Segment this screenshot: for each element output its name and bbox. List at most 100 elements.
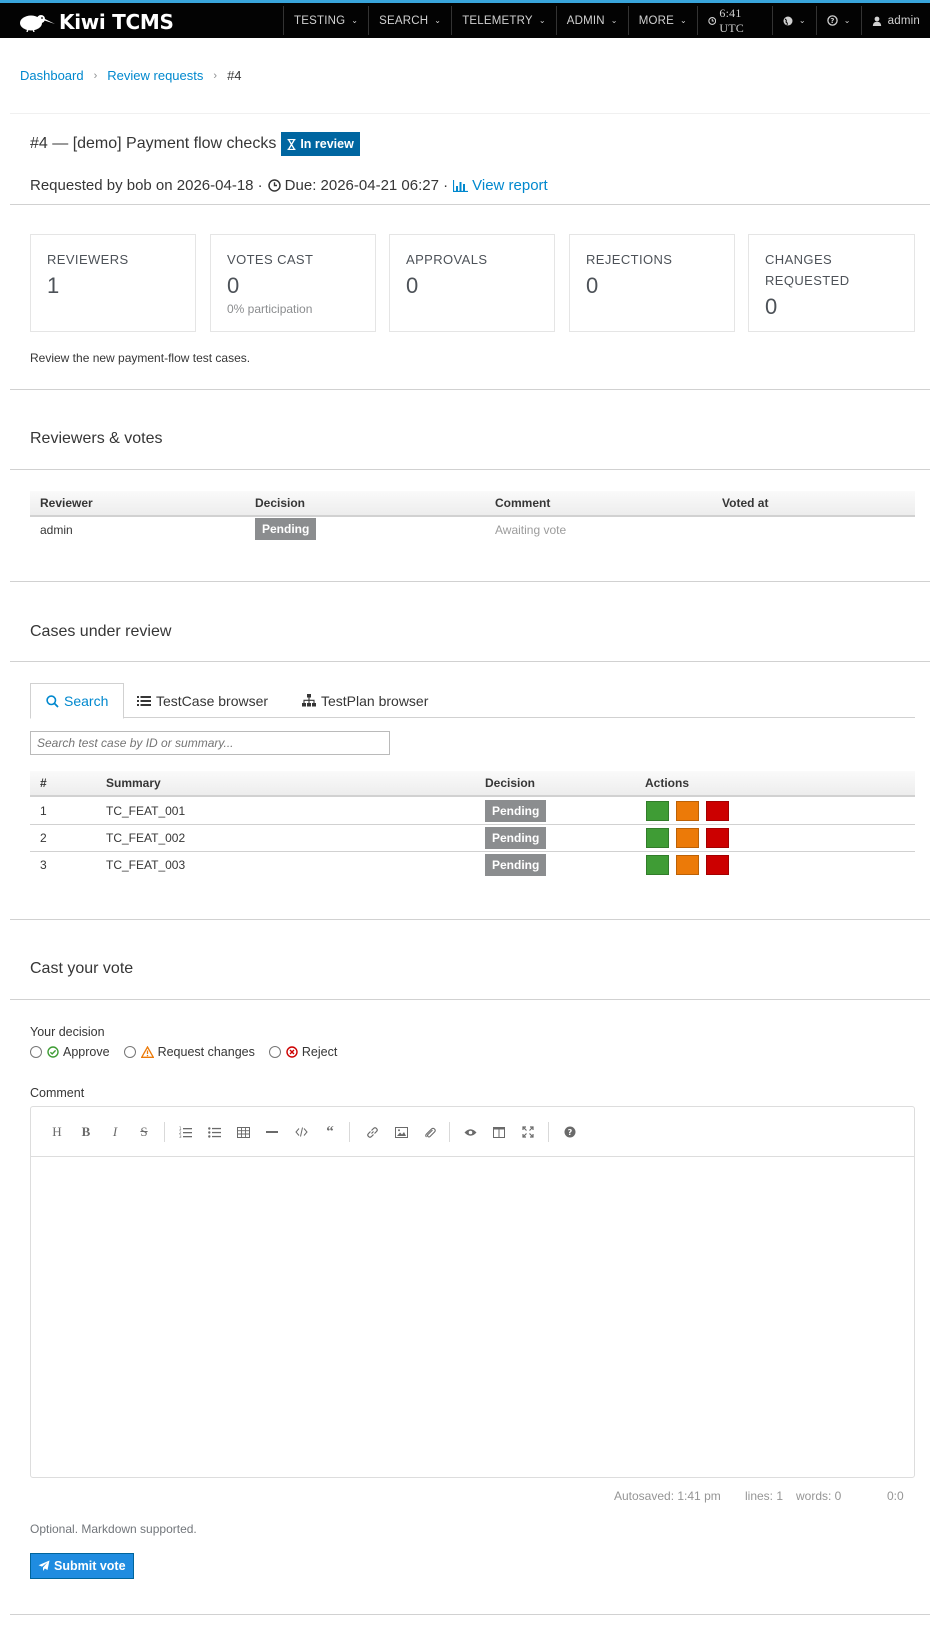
reject-option[interactable]: Reject (268, 1045, 338, 1059)
approve-case-button[interactable] (646, 828, 669, 848)
unordered-list-icon[interactable] (203, 1122, 225, 1142)
heading-icon[interactable]: H (46, 1122, 68, 1142)
top-navbar: Kiwi TCMS TESTING ⌄ SEARCH ⌄ TELEMETRY ⌄ AD… (0, 0, 930, 38)
request-changes-case-button[interactable] (676, 828, 699, 848)
nav-testing-label: TESTING (294, 14, 346, 27)
case-summary[interactable]: TC_FEAT_001 (106, 804, 185, 818)
clock-icon (708, 16, 717, 25)
check-circle-icon (47, 1046, 59, 1058)
svg-text:3: 3 (179, 1134, 182, 1138)
breadcrumb-separator-icon: › (93, 69, 98, 82)
stat-label: REJECTIONS (586, 252, 673, 267)
section-title-cases: Cases under review (30, 623, 172, 640)
requested-by: Requested by bob on 2026-04-18 · (30, 177, 263, 194)
bold-icon[interactable]: B (75, 1122, 97, 1142)
stat-card-votes-cast: VOTES CAST 0 0% participation (210, 234, 376, 332)
reject-radio[interactable] (268, 1046, 281, 1058)
breadcrumb-review-requests[interactable]: Review requests (107, 68, 203, 83)
tab-search-label: Search (64, 693, 109, 709)
line-count: lines: 1 (745, 1489, 784, 1503)
tab-testcase-browser-label: TestCase browser (156, 692, 269, 709)
request-changes-radio[interactable] (123, 1046, 136, 1058)
times-circle-icon (286, 1046, 298, 1058)
request-changes-option[interactable]: Request changes (123, 1045, 255, 1059)
stat-value: 0 (406, 273, 419, 298)
user-name: admin (887, 14, 920, 27)
table-row: admin Pending Awaiting vote (30, 517, 915, 544)
italic-icon[interactable]: I (104, 1122, 126, 1142)
nav-telemetry[interactable]: TELEMETRY ⌄ (451, 6, 556, 35)
table-row[interactable]: 1 TC_FEAT_001 Pending (30, 798, 915, 825)
case-summary[interactable]: TC_FEAT_003 (106, 858, 185, 872)
divider (10, 469, 930, 470)
tab-search[interactable]: Search (30, 683, 125, 719)
chevron-down-icon: ⌄ (843, 16, 851, 25)
link-icon[interactable] (361, 1122, 383, 1142)
status-badge-label: In review (300, 137, 354, 151)
table-icon[interactable] (232, 1122, 254, 1142)
horizontal-rule-icon[interactable] (261, 1122, 283, 1142)
editor-toolbar: H B I S 123 “ ? (31, 1107, 914, 1157)
approve-radio[interactable] (30, 1046, 42, 1058)
comment-textarea[interactable] (31, 1158, 914, 1477)
nav-admin-label: ADMIN (566, 14, 605, 27)
divider (10, 204, 930, 205)
approve-option[interactable]: Approve (30, 1045, 110, 1059)
user-menu[interactable]: admin (860, 6, 930, 35)
question-circle-icon: ? (827, 15, 838, 26)
strikethrough-icon[interactable]: S (133, 1122, 155, 1142)
column-header: Reviewer (40, 496, 93, 510)
reject-case-button[interactable] (706, 828, 729, 848)
quote-icon[interactable]: “ (319, 1122, 341, 1142)
chevron-down-icon: ⌄ (538, 16, 546, 25)
nav-telemetry-label: TELEMETRY (462, 14, 533, 27)
request-changes-case-button[interactable] (676, 801, 699, 821)
svg-text:?: ? (568, 1128, 573, 1137)
approve-case-button[interactable] (646, 855, 669, 875)
card-divider (10, 1614, 930, 1615)
reject-case-button[interactable] (706, 855, 729, 875)
nav-search[interactable]: SEARCH ⌄ (368, 6, 451, 35)
fullscreen-icon[interactable] (517, 1122, 539, 1142)
help-menu[interactable]: ? ⌄ (815, 6, 861, 35)
approve-case-button[interactable] (646, 801, 669, 821)
tab-testcase-browser[interactable]: TestCase browser (122, 683, 283, 718)
tab-testplan-browser[interactable]: TestPlan browser (287, 683, 443, 718)
attachment-icon[interactable] (419, 1122, 441, 1142)
nav-testing[interactable]: TESTING ⌄ (283, 6, 368, 35)
list-icon (137, 695, 151, 706)
markdown-editor: H B I S 123 “ ? (30, 1106, 915, 1478)
reject-label: Reject (301, 1045, 338, 1059)
decision-cell: Pending (255, 518, 317, 540)
card-divider (10, 389, 930, 390)
table-row[interactable]: 2 TC_FEAT_002 Pending (30, 825, 915, 852)
side-by-side-icon[interactable] (488, 1122, 510, 1142)
stat-label: CHANGES REQUESTED (765, 252, 850, 288)
preview-eye-icon[interactable] (459, 1122, 481, 1142)
brand-logo[interactable]: Kiwi TCMS (18, 10, 174, 34)
warning-triangle-icon (140, 1046, 154, 1058)
stat-value: 0 (765, 294, 778, 319)
request-changes-case-button[interactable] (676, 855, 699, 875)
column-header: Actions (645, 776, 690, 790)
submit-vote-button[interactable]: Submit vote (30, 1553, 134, 1579)
status-badge: In review (281, 132, 360, 156)
comment-help-text: Optional. Markdown supported. (30, 1522, 197, 1536)
stat-label: APPROVALS (406, 252, 488, 267)
comment-cell: Awaiting vote (495, 523, 567, 537)
ordered-list-icon[interactable]: 123 (174, 1122, 196, 1142)
image-icon[interactable] (390, 1122, 412, 1142)
code-icon[interactable] (290, 1122, 312, 1142)
case-summary[interactable]: TC_FEAT_002 (106, 831, 185, 845)
table-row[interactable]: 3 TC_FEAT_003 Pending (30, 852, 915, 879)
markdown-help-icon[interactable]: ? (559, 1122, 581, 1142)
case-number: 1 (40, 804, 47, 818)
language-menu[interactable]: ⌄ (771, 6, 816, 35)
view-report-link[interactable]: View report (453, 177, 548, 194)
breadcrumb-dashboard[interactable]: Dashboard (20, 68, 84, 83)
reject-case-button[interactable] (706, 801, 729, 821)
case-search-input[interactable] (30, 731, 390, 755)
nav-more[interactable]: MORE ⌄ (627, 6, 697, 35)
tab-testplan-browser-label: TestPlan browser (321, 692, 429, 709)
nav-admin[interactable]: ADMIN ⌄ (555, 6, 628, 35)
